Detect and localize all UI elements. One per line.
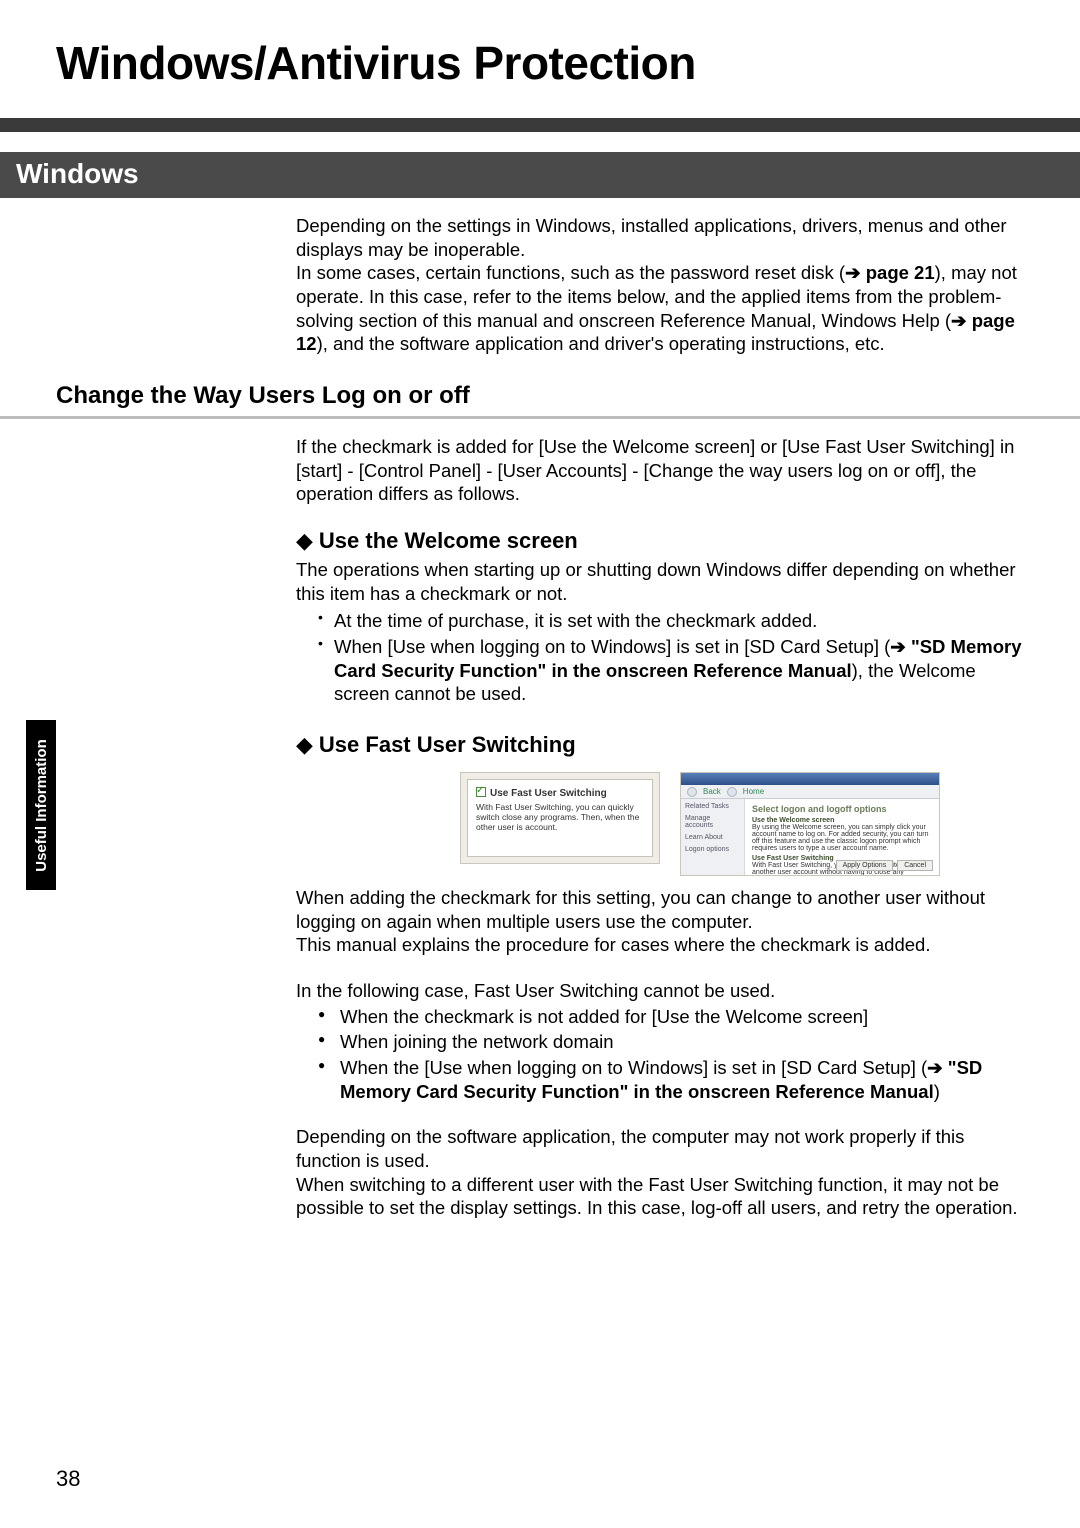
screenshot-checkbox-dialog: Use Fast User Switching With Fast User S… [460, 772, 660, 864]
apply-button: Apply Options [836, 860, 894, 871]
opt-title: Use the Welcome screen [752, 817, 834, 824]
subheading-change-logon: Change the Way Users Log on or off [56, 382, 1032, 410]
welcome-heading-row: ◆ Use the Welcome screen [296, 528, 1032, 554]
page-title: Windows/Antivirus Protection [56, 36, 1032, 90]
welcome-bullets: At the time of purchase, it is set with … [318, 609, 1032, 706]
shot-a-desc: With Fast User Switching, you can quickl… [476, 802, 644, 833]
diamond-icon: ◆ [296, 530, 313, 552]
sidebar-item: Logon options [685, 846, 740, 853]
screenshot-row: Use Fast User Switching With Fast User S… [368, 772, 1032, 876]
fast-paragraph-5: When switching to a different user with … [296, 1173, 1032, 1220]
forward-icon [727, 787, 737, 797]
window-toolbar: Back Home [681, 785, 939, 799]
text: In some cases, certain functions, such a… [296, 262, 845, 283]
text: ) [934, 1081, 940, 1102]
fast-heading-row: ◆ Use Fast User Switching [296, 732, 1032, 758]
fast-bullet-2: When joining the network domain [318, 1030, 1032, 1054]
fast-paragraph-4: Depending on the software application, t… [296, 1125, 1032, 1172]
window-buttons: Apply Options Cancel [836, 860, 933, 871]
window-sidebar: Related Tasks Manage accounts Learn Abou… [681, 799, 745, 876]
cancel-button: Cancel [897, 860, 933, 871]
screenshot-user-accounts-window: Back Home Related Tasks Manage accounts … [680, 772, 940, 876]
sidebar-item: Related Tasks [685, 803, 740, 810]
welcome-heading: Use the Welcome screen [319, 528, 578, 554]
subheading-row: Change the Way Users Log on or off [56, 382, 1032, 410]
change-intro-paragraph: If the checkmark is added for [Use the W… [296, 435, 1032, 506]
intro-block: Depending on the settings in Windows, in… [296, 214, 1032, 356]
window-content-header: Select logon and logoff options [752, 804, 932, 814]
page-number: 38 [56, 1466, 80, 1492]
page-ref-21: ➔ page 21 [845, 262, 935, 283]
fast-paragraph-2: This manual explains the procedure for c… [296, 933, 1032, 957]
sidebar-item: Learn About [685, 834, 740, 841]
welcome-bullet-1: At the time of purchase, it is set with … [318, 609, 1032, 633]
back-label: Back [703, 787, 721, 796]
intro-paragraph-2: In some cases, certain functions, such a… [296, 261, 1032, 356]
fast-cannot-use-list: When the checkmark is not added for [Use… [318, 1005, 1032, 1104]
text: When the [Use when logging on to Windows… [340, 1057, 927, 1078]
sidebar-item: Manage accounts [685, 815, 740, 829]
fast-bullet-1: When the checkmark is not added for [Use… [318, 1005, 1032, 1029]
text: ), and the software application and driv… [317, 333, 885, 354]
side-tab-useful-information: Useful Information [26, 720, 56, 890]
document-page: Windows/Antivirus Protection Windows Dep… [0, 0, 1080, 1528]
text: When [Use when logging on to Windows] is… [334, 636, 890, 657]
welcome-paragraph: The operations when starting up or shutt… [296, 558, 1032, 605]
checkbox-icon [476, 787, 486, 797]
shot-a-caption: Use Fast User Switching [490, 788, 607, 799]
opt-desc: By using the Welcome screen, you can sim… [752, 824, 929, 852]
window-option-1: Use the Welcome screenBy using the Welco… [752, 817, 932, 852]
diamond-icon: ◆ [296, 734, 313, 756]
back-icon [687, 787, 697, 797]
subheading-rule [0, 416, 1080, 419]
change-intro-block: If the checkmark is added for [Use the W… [296, 435, 1032, 1220]
side-tab-label: Useful Information [33, 739, 50, 872]
fast-paragraph-1: When adding the checkmark for this setti… [296, 886, 1032, 933]
opt-title: Use Fast User Switching [752, 855, 834, 862]
fast-paragraph-3: In the following case, Fast User Switchi… [296, 979, 1032, 1003]
section-heading-windows: Windows [0, 152, 1080, 198]
title-rule [0, 118, 1080, 132]
welcome-bullet-2: When [Use when logging on to Windows] is… [318, 635, 1032, 706]
fast-heading: Use Fast User Switching [319, 732, 576, 758]
home-label: Home [743, 787, 764, 796]
window-titlebar [681, 773, 939, 785]
intro-paragraph-1: Depending on the settings in Windows, in… [296, 214, 1032, 261]
fast-bullet-3: When the [Use when logging on to Windows… [318, 1056, 1032, 1103]
